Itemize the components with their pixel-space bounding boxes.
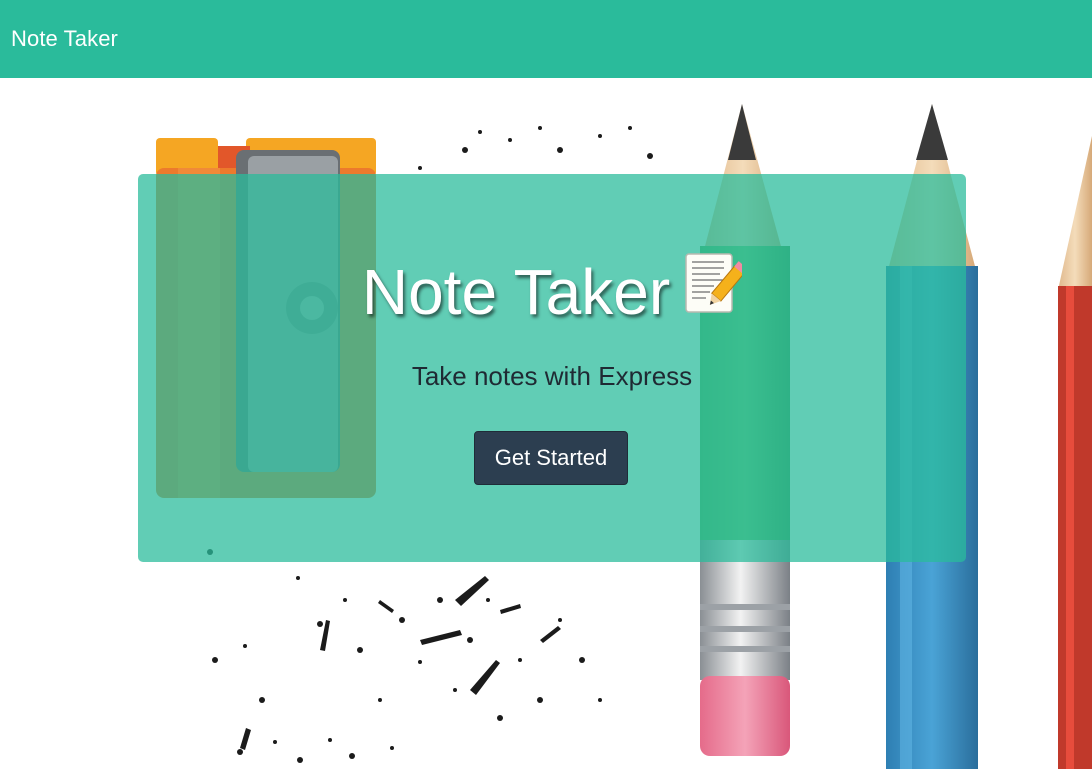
- hero-title-text: Note Taker: [361, 256, 671, 328]
- navbar: Note Taker: [0, 0, 1092, 78]
- memo-icon: [684, 252, 749, 332]
- hero-jumbotron: Note Taker Take notes with Express Get S…: [138, 174, 966, 562]
- red-pencil: [1058, 136, 1092, 769]
- hero-subtitle: Take notes with Express: [411, 361, 693, 391]
- get-started-button[interactable]: Get Started: [474, 431, 628, 485]
- hero-title: Note Taker: [138, 252, 966, 332]
- navbar-brand-link[interactable]: Note Taker: [11, 26, 118, 52]
